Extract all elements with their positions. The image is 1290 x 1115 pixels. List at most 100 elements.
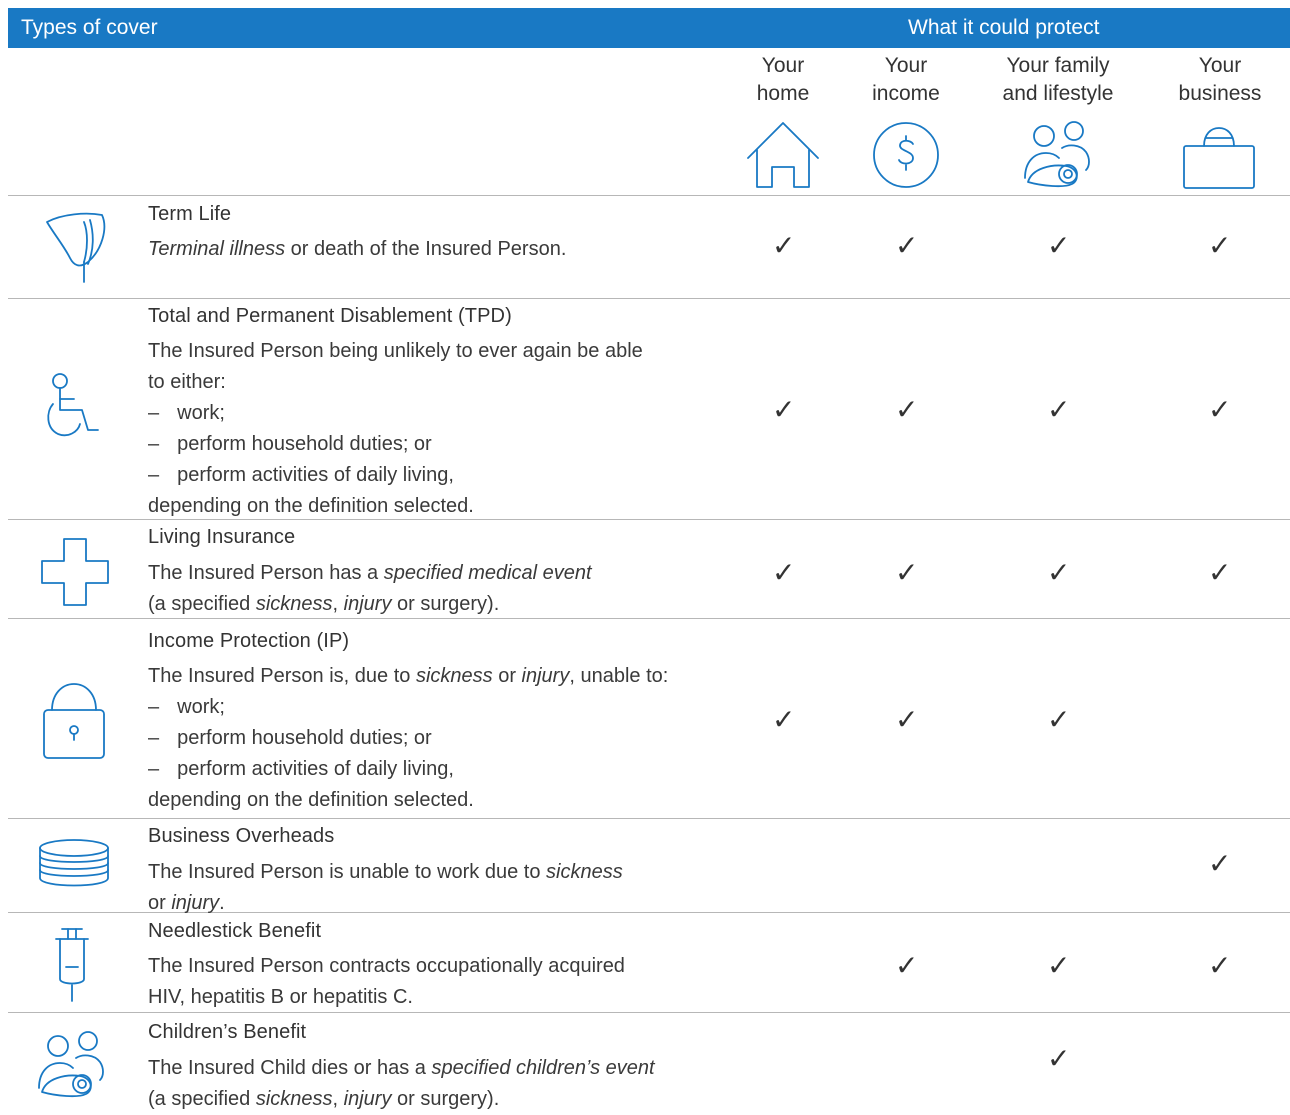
check-cb-family: ✓ xyxy=(1047,1043,1071,1074)
syringe-icon xyxy=(52,927,92,1003)
italic-term: specified children’s event xyxy=(431,1057,655,1079)
dash-marker: – xyxy=(148,402,160,424)
bullet-line: – perform household duties; or xyxy=(148,723,718,754)
text-run: (a specified xyxy=(148,1088,256,1110)
row-desc-business-overheads: The Insured Person is unable to work due… xyxy=(148,857,718,919)
description-line: or injury. xyxy=(148,888,718,919)
padlock-icon xyxy=(42,680,106,762)
check-ip-family: ✓ xyxy=(1047,704,1071,735)
row-desc-term-life: Terminal illness or death of the Insured… xyxy=(148,234,718,265)
bullet-line: – perform household duties; or xyxy=(148,429,718,460)
text-run: , xyxy=(332,1088,344,1110)
column-header-home: Your home xyxy=(743,52,823,108)
description-line: The Insured Person has a specified medic… xyxy=(148,558,718,589)
check-ns-income: ✓ xyxy=(895,950,919,981)
italic-term: sickness xyxy=(546,861,623,883)
description-line: The Insured Child dies or has a specifie… xyxy=(148,1053,718,1084)
row-title-tpd: Total and Permanent Disablement (TPD) xyxy=(148,305,512,327)
check-ip-income: ✓ xyxy=(895,704,919,735)
row-title-term-life: Term Life xyxy=(148,203,232,225)
description-line: The Insured Person being unlikely to eve… xyxy=(148,336,718,367)
family-icon xyxy=(36,1030,108,1100)
row-desc-tpd: The Insured Person being unlikely to eve… xyxy=(148,336,718,522)
check-living-income: ✓ xyxy=(895,557,919,588)
row-title-income-protection: Income Protection (IP) xyxy=(148,630,350,652)
table-header-bar: Types of cover What it could protect xyxy=(8,8,1290,48)
italic-term: injury xyxy=(521,665,570,687)
check-ip-home: ✓ xyxy=(772,704,796,735)
column-header-line: Your xyxy=(1198,54,1242,77)
text-run: , xyxy=(332,593,344,615)
row-desc-living-insurance: The Insured Person has a specified medic… xyxy=(148,558,718,620)
text-run: to either: xyxy=(148,371,226,393)
italic-term: sickness xyxy=(415,665,493,687)
check-bo-business: ✓ xyxy=(1208,848,1232,879)
column-header-line: and lifestyle xyxy=(1002,82,1114,105)
row-divider xyxy=(8,818,1290,819)
check-living-family: ✓ xyxy=(1047,557,1071,588)
text-run: perform household duties; or xyxy=(177,433,432,455)
row-title-living-insurance: Living Insurance xyxy=(148,526,296,548)
column-header-family: Your family and lifestyle xyxy=(988,52,1128,108)
family-icon xyxy=(1022,120,1094,190)
types-of-cover-heading: Types of cover xyxy=(21,16,158,39)
text-run: HIV, hepatitis B or hepatitis C. xyxy=(148,986,413,1008)
text-run: work; xyxy=(177,696,225,718)
text-run: depending on the definition selected. xyxy=(148,789,474,811)
text-run: work; xyxy=(177,402,225,424)
dash-marker: – xyxy=(148,464,160,486)
column-header-line: Your xyxy=(884,54,928,77)
row-desc-needlestick: The Insured Person contracts occupationa… xyxy=(148,951,718,1013)
check-tpd-income: ✓ xyxy=(895,394,919,425)
text-run: . xyxy=(219,892,225,914)
medical-cross-icon xyxy=(40,537,110,607)
italic-term: injury xyxy=(343,593,392,615)
check-ns-business: ✓ xyxy=(1208,950,1232,981)
text-run: perform activities of daily living, xyxy=(177,464,454,486)
wheelchair-icon xyxy=(44,372,104,444)
text-run: (a specified xyxy=(148,593,256,615)
check-living-business: ✓ xyxy=(1208,557,1232,588)
description-line: (a specified sickness, injury or surgery… xyxy=(148,589,718,620)
text-run: , unable to: xyxy=(569,665,669,687)
italic-term: Terminal illness xyxy=(148,238,286,260)
check-term-life-family: ✓ xyxy=(1047,230,1071,261)
italic-term: specified medical event xyxy=(383,562,592,584)
italic-term: sickness xyxy=(255,1088,333,1110)
bullet-line: – perform activities of daily living, xyxy=(148,460,718,491)
dash-marker: – xyxy=(148,433,160,455)
coin-stack-icon xyxy=(38,838,110,892)
text-run: or death of the Insured Person. xyxy=(285,238,567,260)
description-line: The Insured Person contracts occupationa… xyxy=(148,951,718,982)
check-term-life-income: ✓ xyxy=(895,230,919,261)
text-run: The Insured Person is unable to work due… xyxy=(148,861,547,883)
italic-term: injury xyxy=(343,1088,392,1110)
text-run: The Insured Person contracts occupationa… xyxy=(148,955,625,977)
description-line: HIV, hepatitis B or hepatitis C. xyxy=(148,982,718,1013)
bullet-line: – work; xyxy=(148,692,718,723)
text-run: The Insured Person is, due to xyxy=(148,665,416,687)
text-run: The Insured Child dies or has a xyxy=(148,1057,432,1079)
check-living-home: ✓ xyxy=(772,557,796,588)
check-tpd-family: ✓ xyxy=(1047,394,1071,425)
description-line: The Insured Person is, due to sickness o… xyxy=(148,661,718,692)
text-run: or xyxy=(492,665,522,687)
text-run: perform activities of daily living, xyxy=(177,758,454,780)
row-desc-income-protection: The Insured Person is, due to sickness o… xyxy=(148,661,718,816)
row-divider xyxy=(8,195,1290,196)
row-title-needlestick: Needlestick Benefit xyxy=(148,920,322,942)
dash-marker: – xyxy=(148,758,160,780)
text-run: or xyxy=(148,892,172,914)
check-ns-family: ✓ xyxy=(1047,950,1071,981)
dollar-icon xyxy=(871,120,941,190)
italic-term: sickness xyxy=(255,593,333,615)
text-run: The Insured Person has a xyxy=(148,562,384,584)
description-line: (a specified sickness, injury or surgery… xyxy=(148,1084,718,1115)
text-run: The Insured Person being unlikely to eve… xyxy=(148,340,643,362)
row-title-business-overheads: Business Overheads xyxy=(148,825,335,847)
description-line: Terminal illness or death of the Insured… xyxy=(148,234,718,265)
column-header-line: Your family xyxy=(1006,54,1110,77)
lily-icon xyxy=(44,212,110,284)
description-line: to either: xyxy=(148,367,718,398)
dash-marker: – xyxy=(148,696,160,718)
